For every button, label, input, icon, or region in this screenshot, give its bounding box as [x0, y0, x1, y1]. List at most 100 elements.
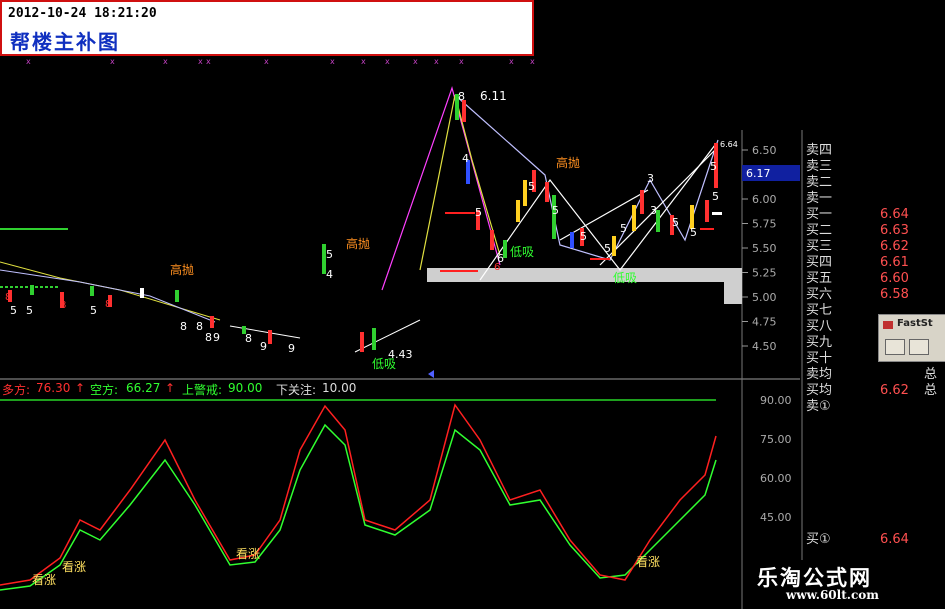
- bid-first-row: 买① 6.64: [806, 532, 945, 548]
- orderbook-level-name: 卖三: [806, 159, 833, 174]
- short-arrow-icon: ↑: [165, 381, 176, 395]
- price-tick-label: 5.75: [752, 218, 777, 231]
- short-label: 空方:: [90, 383, 119, 397]
- high-sell-label-3: 高抛: [556, 155, 580, 170]
- current-price: 6.17: [746, 167, 771, 180]
- orderbook-level-price: 6.60: [880, 271, 909, 286]
- svg-text:x: x: [530, 57, 535, 66]
- orderbook-level-name: 买二: [806, 223, 833, 238]
- stock-chart[interactable]: 6.506.256.005.755.505.255.004.754.50 6.1…: [0, 0, 945, 609]
- support-block: [427, 268, 742, 304]
- orderbook-level-name: 买九: [806, 335, 833, 350]
- svg-text:5: 5: [528, 180, 535, 193]
- orderbook-level-name: 卖①: [806, 399, 831, 414]
- svg-text:9: 9: [288, 342, 295, 355]
- svg-text:9: 9: [213, 331, 220, 344]
- minimize-button[interactable]: [885, 339, 905, 355]
- svg-text:8: 8: [245, 332, 252, 345]
- svg-text:x: x: [459, 57, 464, 66]
- orderbook-level-name: 买①: [806, 532, 831, 547]
- fast-popup[interactable]: FastSt: [878, 314, 945, 362]
- svg-text:8: 8: [5, 292, 11, 303]
- orderbook-level-name: 买八: [806, 319, 833, 334]
- orderbook-level-name: 买一: [806, 207, 833, 222]
- price-tick-label: 5.00: [752, 291, 777, 304]
- orderbook-level-name: 买四: [806, 255, 833, 270]
- svg-text:看涨: 看涨: [32, 572, 56, 587]
- bullish-labels: 看涨 看涨 看涨 看涨: [32, 546, 660, 587]
- orderbook-level-name: 卖一: [806, 191, 833, 206]
- top-marker: 6.64: [720, 140, 738, 149]
- orderbook-level-price: 6.62: [880, 239, 909, 254]
- svg-text:8: 8: [205, 331, 212, 344]
- svg-text:5: 5: [552, 204, 559, 217]
- total-label: 总: [924, 383, 938, 398]
- orderbook-row: 买六 6.58: [806, 287, 945, 303]
- red-digits: 8 8 8 6: [5, 262, 500, 311]
- svg-text:5: 5: [326, 248, 333, 261]
- app-logo-icon: [883, 321, 893, 329]
- svg-text:5: 5: [604, 242, 611, 255]
- svg-text:5: 5: [712, 190, 719, 203]
- svg-text:x: x: [110, 57, 115, 66]
- svg-text:看涨: 看涨: [636, 554, 660, 569]
- orderbook-level-price: 6.58: [880, 287, 909, 302]
- orderbook-row: 买五 6.60: [806, 271, 945, 287]
- orderbook-level-name: 买均: [806, 383, 833, 398]
- low-buy-label-3: 低吸: [613, 271, 637, 285]
- wave-counts: 555 8 88 9 89 9 54 84 56 55 555 33 55 55: [10, 90, 719, 355]
- bid-average-row: 买均 6.62 总: [806, 383, 945, 399]
- high-sell-label-2: 高抛: [346, 236, 370, 251]
- svg-text:8: 8: [105, 299, 111, 310]
- svg-text:x: x: [385, 57, 390, 66]
- svg-text:4: 4: [462, 152, 469, 165]
- upper-value: 90.00: [228, 381, 263, 395]
- svg-text:5: 5: [710, 160, 717, 173]
- svg-text:5: 5: [672, 216, 679, 229]
- price-tick-label: 6.50: [752, 144, 777, 157]
- svg-text:x: x: [26, 57, 31, 66]
- total-label: 总: [924, 367, 938, 382]
- svg-text:8: 8: [458, 90, 465, 103]
- orderbook-level-price: 6.61: [880, 255, 909, 270]
- orderbook-level-price: 6.64: [880, 207, 909, 222]
- indicator-axis-ticks: 90.00 75.00 60.00 45.00: [760, 394, 792, 524]
- long-label: 多方:: [2, 383, 31, 397]
- price-tick-label: 6.00: [752, 193, 777, 206]
- indicator-tick-label: 90.00: [760, 394, 792, 407]
- orderbook-level-name: 卖均: [806, 367, 833, 382]
- long-value: 76.30: [36, 381, 71, 395]
- trend-lines-right: [381, 85, 719, 291]
- orderbook-level-price: 6.64: [880, 532, 909, 547]
- svg-text:x: x: [361, 57, 366, 66]
- svg-text:x: x: [330, 57, 335, 66]
- orderbook-level-name: 卖四: [806, 143, 833, 158]
- svg-text:5: 5: [690, 226, 697, 239]
- svg-text:3: 3: [650, 204, 657, 217]
- svg-text:5: 5: [90, 304, 97, 317]
- orderbook-level-price: 6.63: [880, 223, 909, 238]
- indicator-tick-label: 75.00: [760, 433, 792, 446]
- orderbook-row: 买四 6.61: [806, 255, 945, 271]
- orderbook-level-name: 卖二: [806, 175, 833, 190]
- popup-title: FastSt: [897, 318, 933, 329]
- indicator-tick-label: 60.00: [760, 472, 792, 485]
- indicator-tick-label: 45.00: [760, 511, 792, 524]
- candlesticks: [8, 94, 718, 352]
- svg-text:9: 9: [260, 340, 267, 353]
- svg-text:x: x: [413, 57, 418, 66]
- svg-text:5: 5: [10, 304, 17, 317]
- svg-text:5: 5: [620, 222, 627, 235]
- price-marker: [712, 212, 722, 215]
- low-value: 4.43: [388, 348, 413, 361]
- orderbook-row: 买三 6.62: [806, 239, 945, 255]
- orderbook-level-name: 买十: [806, 351, 833, 366]
- svg-text:x: x: [434, 57, 439, 66]
- price-tick-label: 4.75: [752, 316, 777, 329]
- high-sell-label-1: 高抛: [170, 262, 194, 277]
- upper-label: 上警戒:: [182, 383, 223, 397]
- ask-first-row: 卖①: [806, 399, 945, 415]
- svg-text:5: 5: [580, 230, 587, 243]
- restore-button[interactable]: [909, 339, 929, 355]
- svg-text:8: 8: [180, 320, 187, 333]
